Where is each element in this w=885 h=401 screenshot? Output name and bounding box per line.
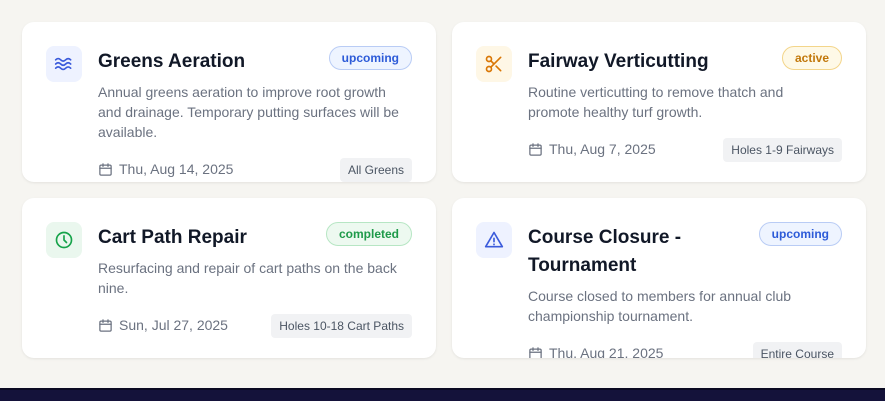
warning-triangle-icon bbox=[476, 222, 512, 258]
status-badge: upcoming bbox=[758, 222, 842, 246]
event-card-course-closure[interactable]: Course Closure - Tournament upcoming Cou… bbox=[452, 198, 866, 358]
event-description: Course closed to members for annual club… bbox=[528, 288, 792, 324]
location-tag: All Greens bbox=[339, 158, 412, 182]
clock-icon bbox=[46, 222, 82, 258]
calendar-icon bbox=[99, 162, 112, 176]
event-date: Thu, Aug 14, 2025 bbox=[98, 161, 233, 177]
scissors-icon bbox=[476, 46, 512, 82]
event-description: Resurfacing and repair of cart paths on … bbox=[98, 260, 397, 296]
event-title: Greens Aeration bbox=[98, 51, 246, 72]
event-card-greens-aeration[interactable]: Greens Aeration upcoming Annual greens a… bbox=[22, 22, 436, 182]
event-date-text: Sun, Jul 27, 2025 bbox=[119, 317, 228, 333]
location-tag: Holes 1-9 Fairways bbox=[723, 138, 842, 162]
event-description: Routine verticutting to remove thatch an… bbox=[528, 84, 784, 120]
event-date: Thu, Aug 21, 2025 bbox=[528, 345, 663, 358]
status-badge: upcoming bbox=[328, 46, 412, 70]
event-date-text: Thu, Aug 7, 2025 bbox=[549, 141, 656, 157]
calendar-icon bbox=[529, 142, 542, 156]
footer-bar bbox=[0, 388, 885, 401]
event-title: Cart Path Repair bbox=[98, 227, 247, 248]
location-tag: Entire Course bbox=[752, 342, 842, 358]
event-title: Course Closure - Tournament bbox=[528, 227, 682, 276]
event-date: Thu, Aug 7, 2025 bbox=[528, 141, 656, 157]
status-badge: completed bbox=[325, 222, 412, 246]
event-date-text: Thu, Aug 21, 2025 bbox=[549, 345, 664, 358]
waves-icon bbox=[46, 46, 82, 82]
status-badge: active bbox=[781, 46, 842, 70]
event-card-fairway-verticutting[interactable]: Fairway Verticutting active Routine vert… bbox=[452, 22, 866, 182]
calendar-icon bbox=[99, 318, 112, 332]
calendar-icon bbox=[529, 346, 542, 358]
event-card-cart-path-repair[interactable]: Cart Path Repair completed Resurfacing a… bbox=[22, 198, 436, 358]
location-tag: Holes 10-18 Cart Paths bbox=[271, 314, 412, 338]
event-date-text: Thu, Aug 14, 2025 bbox=[119, 161, 234, 177]
event-date: Sun, Jul 27, 2025 bbox=[98, 317, 228, 333]
event-description: Annual greens aeration to improve root g… bbox=[98, 84, 399, 140]
event-title: Fairway Verticutting bbox=[528, 51, 709, 72]
